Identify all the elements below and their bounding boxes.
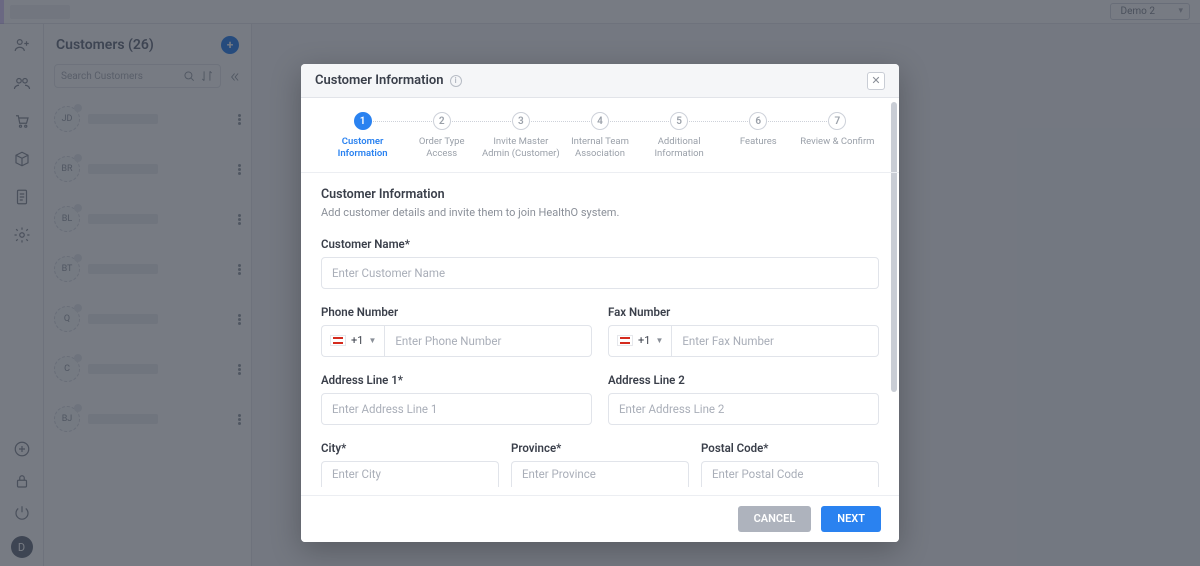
province-input[interactable] — [511, 461, 689, 487]
step-review[interactable]: 7Review & Confirm — [798, 112, 877, 148]
modal-title: Customer Information — [315, 73, 444, 88]
step-internal-team[interactable]: 4Internal Team Association — [560, 112, 639, 160]
address1-input[interactable] — [321, 393, 592, 425]
step-customer-info[interactable]: 1Customer Information — [323, 112, 402, 160]
label-addr1: Address Line 1* — [321, 373, 592, 387]
label-addr2: Address Line 2 — [608, 373, 879, 387]
section-title: Customer Information — [321, 187, 879, 202]
step-features[interactable]: 6Features — [719, 112, 798, 148]
info-icon[interactable]: i — [450, 75, 462, 87]
label-postal: Postal Code* — [701, 441, 879, 455]
app-root: Demo 2 D Customers (26) + Sear — [0, 0, 1200, 566]
country-code: +1 — [351, 334, 363, 347]
modal-header: Customer Information i ✕ — [301, 64, 899, 98]
canada-flag-icon — [617, 335, 633, 346]
customer-form: Customer Name* Phone Number +1 ▼ — [301, 237, 899, 495]
label-fax: Fax Number — [608, 305, 879, 319]
cancel-button[interactable]: CANCEL — [738, 506, 812, 532]
address2-input[interactable] — [608, 393, 879, 425]
postal-input[interactable] — [701, 461, 879, 487]
step-invite-admin[interactable]: 3Invite Master Admin (Customer) — [481, 112, 560, 160]
chevron-down-icon: ▼ — [655, 336, 663, 345]
label-province: Province* — [511, 441, 689, 455]
phone-input[interactable] — [384, 325, 592, 357]
label-city: City* — [321, 441, 499, 455]
close-button[interactable]: ✕ — [867, 72, 885, 90]
modal-overlay: Customer Information i ✕ 1Customer Infor… — [0, 0, 1200, 566]
canada-flag-icon — [330, 335, 346, 346]
fax-input[interactable] — [671, 325, 879, 357]
modal-body: 1Customer Information 2Order Type Access… — [301, 98, 899, 495]
city-input[interactable] — [321, 461, 499, 487]
label-customer-name: Customer Name* — [321, 237, 879, 251]
step-additional-info[interactable]: 5Additional Information — [640, 112, 719, 160]
modal-footer: CANCEL NEXT — [301, 495, 899, 542]
country-code: +1 — [638, 334, 650, 347]
step-order-type[interactable]: 2Order Type Access — [402, 112, 481, 160]
fax-country-select[interactable]: +1 ▼ — [608, 325, 671, 357]
label-phone: Phone Number — [321, 305, 592, 319]
customer-name-input[interactable] — [321, 257, 879, 289]
next-button[interactable]: NEXT — [821, 506, 881, 532]
stepper: 1Customer Information 2Order Type Access… — [301, 98, 899, 173]
section-desc: Add customer details and invite them to … — [321, 206, 879, 219]
phone-country-select[interactable]: +1 ▼ — [321, 325, 384, 357]
customer-info-modal: Customer Information i ✕ 1Customer Infor… — [301, 64, 899, 542]
chevron-down-icon: ▼ — [368, 336, 376, 345]
section-header: Customer Information Add customer detail… — [301, 173, 899, 221]
